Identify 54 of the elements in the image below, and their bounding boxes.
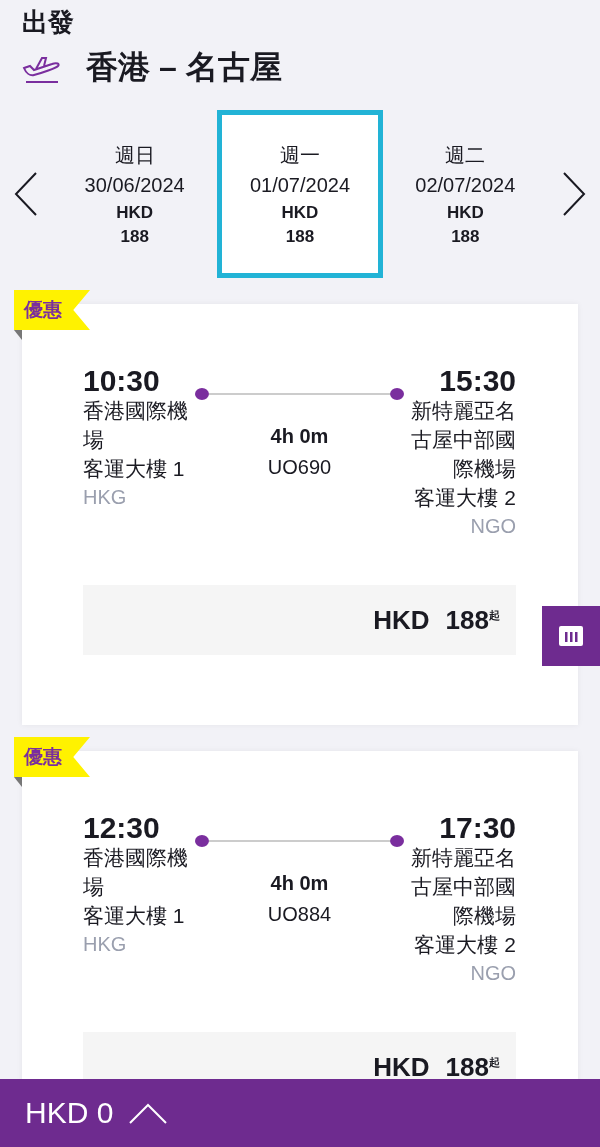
compare-button[interactable] bbox=[542, 606, 600, 666]
departure-time: 10:30 bbox=[83, 366, 161, 396]
arrival-time: 15:30 bbox=[439, 366, 516, 396]
fare-amount: 188$^{起}$ bbox=[445, 1051, 500, 1079]
fare-panel[interactable]: HKD 188$^{起}$ bbox=[83, 1032, 516, 1079]
fare-panel[interactable]: HKD 188$^{起}$ bbox=[83, 585, 516, 655]
date-label: 02/07/2024 bbox=[415, 173, 516, 198]
fare-label: 188 bbox=[451, 226, 480, 248]
ribbon-fold bbox=[14, 777, 22, 787]
departure-terminal: 客運大樓 1 bbox=[83, 903, 186, 929]
departure-code: HKG bbox=[83, 485, 128, 510]
departure-airport: 香港國際機場 bbox=[83, 845, 189, 900]
departure-terminal: 客運大樓 1 bbox=[83, 456, 186, 482]
departure-airport: 香港國際機場 bbox=[83, 398, 189, 453]
arrival-code: NGO bbox=[470, 514, 516, 539]
columns-icon bbox=[559, 626, 583, 646]
fare-label: 188 bbox=[120, 226, 149, 248]
chevron-up-icon bbox=[129, 1102, 168, 1124]
expand-button[interactable] bbox=[129, 1102, 168, 1124]
chevron-right-icon bbox=[562, 171, 586, 217]
date-label: 30/06/2024 bbox=[84, 173, 185, 198]
currency-label: HKD bbox=[373, 604, 430, 636]
currency-label: HKD bbox=[446, 202, 484, 224]
arrival-airport: 新特麗亞名古屋中部國際機場 bbox=[410, 398, 516, 482]
fare-label: 188 bbox=[285, 226, 315, 248]
date-option[interactable]: 週二 02/07/2024 HKD 188 bbox=[382, 110, 548, 278]
fare-amount: 188$^{起}$ bbox=[445, 604, 500, 636]
ribbon-fold bbox=[14, 330, 22, 340]
flight-duration: 4h 0m bbox=[270, 424, 329, 449]
date-option[interactable]: 週一 01/07/2024 HKD 188 bbox=[217, 110, 383, 278]
weekday-label: 週二 bbox=[445, 143, 486, 168]
deal-ribbon: 優惠 bbox=[14, 290, 90, 330]
deal-ribbon: 優惠 bbox=[14, 737, 90, 777]
flight-number: UO884 bbox=[267, 902, 332, 927]
departure-code: HKG bbox=[83, 932, 128, 957]
departure-time: 12:30 bbox=[83, 813, 161, 843]
currency-label: HKD bbox=[373, 1051, 430, 1079]
currency-label: HKD bbox=[116, 202, 154, 224]
flight-number: UO690 bbox=[267, 455, 332, 480]
section-title: 出發 bbox=[22, 6, 75, 39]
chevron-left-icon bbox=[14, 171, 38, 217]
arrival-code: NGO bbox=[470, 961, 516, 986]
weekday-label: 週日 bbox=[114, 143, 155, 168]
arrival-time: 17:30 bbox=[439, 813, 516, 843]
total-price: HKD 0 bbox=[25, 1096, 114, 1130]
weekday-label: 週一 bbox=[280, 143, 320, 168]
route-title: 香港 – 名古屋 bbox=[86, 48, 282, 87]
arrival-terminal: 客運大樓 2 bbox=[414, 932, 516, 958]
date-label: 01/07/2024 bbox=[249, 173, 351, 198]
arrival-terminal: 客運大樓 2 bbox=[414, 485, 516, 511]
flight-duration: 4h 0m bbox=[270, 871, 329, 896]
arrival-airport: 新特麗亞名古屋中部國際機場 bbox=[410, 845, 516, 929]
currency-label: HKD bbox=[281, 202, 319, 224]
date-option[interactable]: 週日 30/06/2024 HKD 188 bbox=[52, 110, 218, 278]
